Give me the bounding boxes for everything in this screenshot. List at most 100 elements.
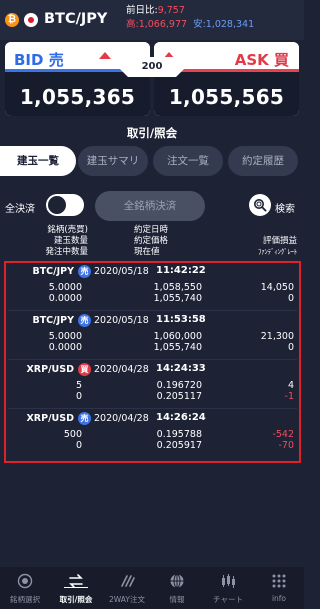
position-symbol: BTC/JPY [32,315,74,326]
symbol-select-icon [17,573,33,589]
ask-price: 1,055,565 [168,85,285,109]
funding-rate: -1 [284,391,294,402]
nav-trade[interactable]: 取引/照会 [51,567,101,609]
column-header-execution: 約定日時 約定価格 現在値 [134,225,168,258]
nav-info-menu[interactable]: info [254,567,304,609]
high-value: 1,066,977 [138,19,188,30]
close-all-symbols-button[interactable]: 全銘柄決済 [95,191,205,221]
tab-bar: 建玉一覧 建玉サマリ 注文一覧 約定履歴 [0,146,304,176]
spread-badge: 200 [118,57,186,77]
position-symbol: XRP/USD [26,364,74,375]
high-label: 高: [126,19,139,30]
execution-time: 11:53:58 [156,314,206,325]
bid-price: 1,055,365 [19,85,136,109]
col-quantity: 建玉数量 [53,236,88,246]
column-header-pl: 評価損益 ﾌｧﾝﾃﾞｨﾝｸﾞﾚｰﾄ [258,225,297,258]
current-price: 1,055,740 [153,342,202,353]
position-row[interactable]: BTC/JPY 売 5.0000 0.0000 2020/05/18 11:42… [8,263,297,311]
side-badge: 買 [78,363,91,376]
position-quantity: 5 [75,380,82,391]
pending-quantity: 0 [75,440,82,451]
position-row[interactable]: BTC/JPY 売 5.0000 0.0000 2020/05/18 11:53… [8,312,297,360]
current-price: 1,055,740 [153,293,202,304]
funding-rate: 0 [287,293,294,304]
bid-button[interactable]: BID 売 1,055,365 [5,42,150,116]
col-exec-datetime: 約定日時 [134,225,169,235]
up-arrow-icon [99,52,111,59]
ask-button[interactable]: ASK 買 1,055,565 [154,42,299,116]
tab-positions[interactable]: 建玉一覧 [0,146,76,176]
unrealized-pl: 14,050 [260,282,294,293]
bottom-nav: 銘柄選択 取引/照会 2WAY注文 情報 チャート info [0,567,304,609]
execution-price: 1,058,550 [153,282,202,293]
close-all-label: 全決済 [5,204,35,215]
nav-label: info [271,594,287,603]
toggle-knob [48,196,66,214]
execution-date: 2020/04/28 [94,413,149,424]
pair-title[interactable]: BTC/JPY [44,11,107,27]
change-value: 9,757 [157,5,185,16]
pending-quantity: 0.0000 [48,342,82,353]
execution-time: 11:42:22 [156,265,206,276]
nav-label: 2WAY注文 [109,595,145,604]
execution-time: 14:26:24 [156,412,206,423]
nav-label: チャート [213,595,243,604]
japan-flag-icon [24,13,38,27]
nav-chart[interactable]: チャート [203,567,253,609]
funding-rate: 0 [287,342,294,353]
tab-orders[interactable]: 注文一覧 [153,146,223,176]
grid-menu-icon [272,574,286,588]
execution-price: 1,060,000 [153,331,202,342]
nav-label: 情報 [169,595,185,604]
execution-date: 2020/04/28 [94,364,149,375]
change-label: 前日比: [126,5,158,16]
position-symbol: BTC/JPY [32,266,74,277]
funding-rate: -70 [278,440,294,451]
close-all-toggle[interactable] [46,194,84,216]
nav-label: 銘柄選択 [10,595,40,604]
section-title: 取引/照会 [126,126,178,140]
two-way-order-icon [121,575,135,587]
position-quantity: 5.0000 [48,331,82,342]
position-row[interactable]: XRP/USD 売 500 0 2020/04/28 14:26:24 0.19… [8,410,297,458]
nav-information[interactable]: 情報 [152,567,202,609]
current-price: 0.205117 [156,391,202,402]
execution-time: 14:24:33 [156,363,206,374]
col-unrealized-pl: 評価損益 [262,236,297,246]
unrealized-pl: -542 [272,429,294,440]
unrealized-pl: 21,300 [260,331,294,342]
active-nav-underline [64,587,88,588]
bitcoin-icon: ₿ [5,13,19,27]
execution-price: 0.196720 [156,380,202,391]
side-badge: 売 [78,265,91,278]
tab-execution-history[interactable]: 約定履歴 [228,146,298,176]
nav-two-way-order[interactable]: 2WAY注文 [102,567,152,609]
low-label: 安: [193,19,206,30]
ask-label: ASK 買 [234,51,289,69]
low-value: 1,028,341 [205,19,255,30]
unrealized-pl: 4 [287,380,294,391]
execution-price: 0.195788 [156,429,202,440]
position-quantity: 5.0000 [48,282,82,293]
info-globe-icon [170,574,184,588]
tab-position-summary[interactable]: 建玉サマリ [78,146,148,176]
search-icon[interactable] [249,194,271,216]
search-label[interactable]: 検索 [275,200,295,215]
nav-label: 取引/照会 [59,595,93,604]
header-bar: ₿ BTC/JPY 前日比:9,757 高:1,066,977 安:1,028,3… [0,0,304,40]
current-price: 0.205917 [156,440,202,451]
pending-quantity: 0.0000 [48,293,82,304]
col-exec-price: 約定価格 [134,236,169,246]
col-pending: 発注中数量 [45,247,88,257]
position-symbol: XRP/USD [26,413,74,424]
nav-symbol-select[interactable]: 銘柄選択 [0,567,50,609]
position-row[interactable]: XRP/USD 買 5 0 2020/04/28 14:24:33 0.1967… [8,361,297,409]
execution-date: 2020/05/18 [94,315,149,326]
col-symbol: 銘柄(売買) [47,225,88,235]
col-funding-rate: ﾌｧﾝﾃﾞｨﾝｸﾞﾚｰﾄ [258,248,297,256]
col-current-price: 現在値 [134,247,160,257]
positions-list: BTC/JPY 売 5.0000 0.0000 2020/05/18 11:42… [4,261,301,463]
execution-date: 2020/05/18 [94,266,149,277]
price-stats: 前日比:9,757 高:1,066,977 安:1,028,341 [126,4,254,32]
pending-quantity: 0 [75,391,82,402]
